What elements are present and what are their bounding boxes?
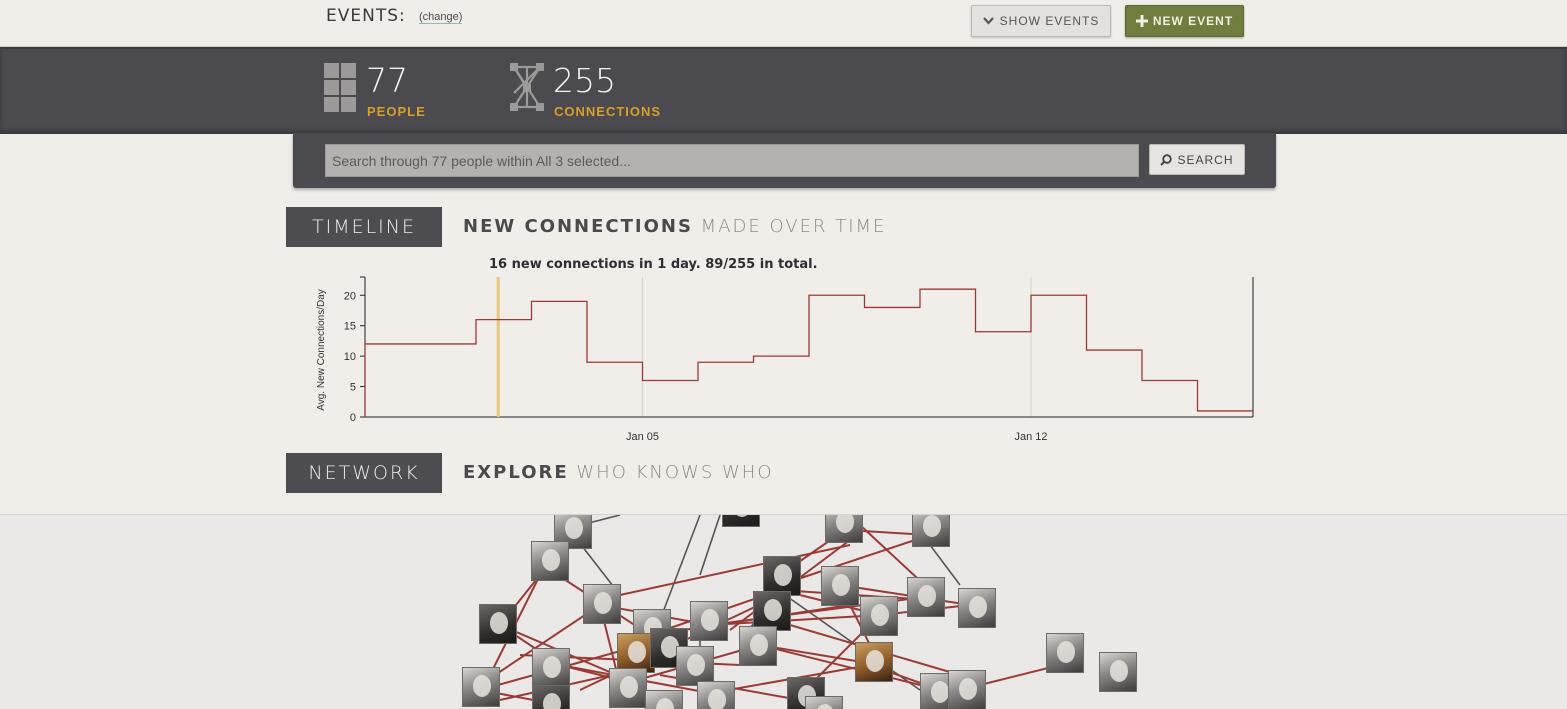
person-portrait[interactable] [855,642,893,682]
timeline-tag: TIMELINE [286,207,442,247]
y-tick-label: 20 [344,290,356,302]
search-button-label: SEARCH [1177,152,1234,167]
network-graph[interactable] [0,514,1567,709]
person-portrait[interactable] [912,515,950,547]
chevron-down-icon [982,17,994,25]
timeline-title: NEW CONNECTIONS MADE OVER TIME [463,216,886,237]
timeline-annotation: 16 new connections in 1 day. 89/255 in t… [489,257,818,272]
y-tick-label: 5 [350,382,356,394]
person-portrait[interactable] [690,601,728,641]
y-tick-label: 10 [344,351,356,363]
person-portrait[interactable] [697,681,735,709]
plus-icon [1135,15,1148,27]
events-label: EVENTS: [326,6,406,26]
person-portrait[interactable] [907,577,945,617]
person-portrait[interactable] [739,626,777,666]
person-portrait[interactable] [479,604,517,644]
stats-band: 77 PEOPLE 255 CONNECTIONS [0,47,1567,134]
search-panel: SEARCH [293,133,1276,188]
person-portrait[interactable] [805,696,843,709]
grid-icon [324,63,356,112]
search-input[interactable] [325,144,1139,177]
chart-highlight [496,277,500,417]
new-event-button[interactable]: NEW EVENT [1125,5,1244,37]
search-icon [1160,153,1173,166]
person-portrait[interactable] [462,667,500,707]
y-tick-label: 0 [350,412,356,424]
network-title: EXPLORE WHO KNOWS WHO [463,462,773,483]
y-axis-label: Avg. New Connections/Day [316,289,327,411]
network-title-light: WHO KNOWS WHO [568,462,774,483]
show-events-button[interactable]: SHOW EVENTS [971,5,1111,37]
chart-grid [642,277,1032,417]
person-portrait[interactable] [645,690,683,709]
person-portrait[interactable] [821,566,859,606]
change-events-link[interactable]: (change) [419,11,463,24]
person-portrait[interactable] [532,685,570,709]
person-portrait[interactable] [609,668,647,708]
timeline-title-light: MADE OVER TIME [692,216,887,237]
person-portrait[interactable] [763,556,801,596]
x-tick-label: Jan 12 [1014,431,1047,443]
chart-labels: Jan 05 Jan 12 0 5 10 15 20 Avg. New Connections… [316,289,1048,443]
show-events-label: SHOW EVENTS [999,14,1100,28]
x-tick-label: Jan 05 [626,431,659,443]
person-portrait[interactable] [531,541,569,581]
network-title-bold: EXPLORE [463,462,569,483]
new-event-label: NEW EVENT [1152,14,1234,28]
person-portrait[interactable] [753,591,791,631]
person-portrait[interactable] [583,584,621,624]
y-tick-label: 15 [344,321,356,333]
timeline-chart[interactable]: Jan 05 Jan 12 0 5 10 15 20 Avg. New Connections… [300,250,1260,450]
chart-axes [360,276,1254,418]
timeline-title-bold: NEW CONNECTIONS [463,216,693,237]
person-portrait[interactable] [948,670,986,709]
people-label: PEOPLE [367,104,426,119]
person-portrait[interactable] [1046,633,1084,673]
network-icon [510,63,544,111]
person-portrait[interactable] [532,648,570,688]
top-bar: EVENTS: (change) SHOW EVENTS NEW EVENT [0,0,1567,47]
person-portrait[interactable] [722,515,760,527]
connections-label: CONNECTIONS [554,104,662,119]
highlight-marker [496,277,500,417]
search-button[interactable]: SEARCH [1149,144,1245,175]
person-portrait[interactable] [1099,652,1137,692]
person-portrait[interactable] [860,596,898,636]
person-portrait[interactable] [958,588,996,628]
people-count: 77 [366,61,408,100]
connections-count: 255 [553,61,616,100]
person-portrait[interactable] [825,515,863,543]
person-portrait[interactable] [676,646,714,686]
network-tag: NETWORK [286,453,442,493]
